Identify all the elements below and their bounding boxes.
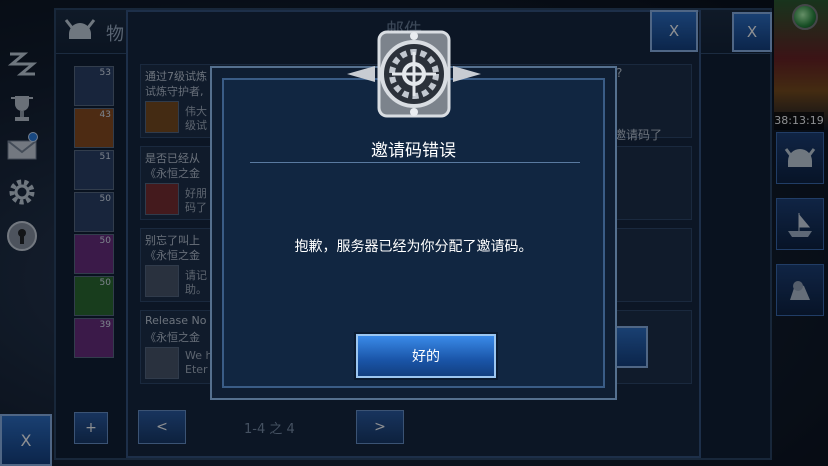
ok-label: 好的: [412, 349, 440, 365]
dialog-message: 抱歉，服务器已经为你分配了邀请码。: [294, 239, 533, 255]
dialog-body: 邀请码错误 抱歉，服务器已经为你分配了邀请码。 好的: [222, 78, 605, 388]
crest-emblem-icon: [345, 26, 483, 122]
dialog-title: 邀请码错误: [371, 141, 456, 161]
dialog-divider: [250, 162, 580, 163]
ok-button[interactable]: 好的: [356, 334, 496, 378]
